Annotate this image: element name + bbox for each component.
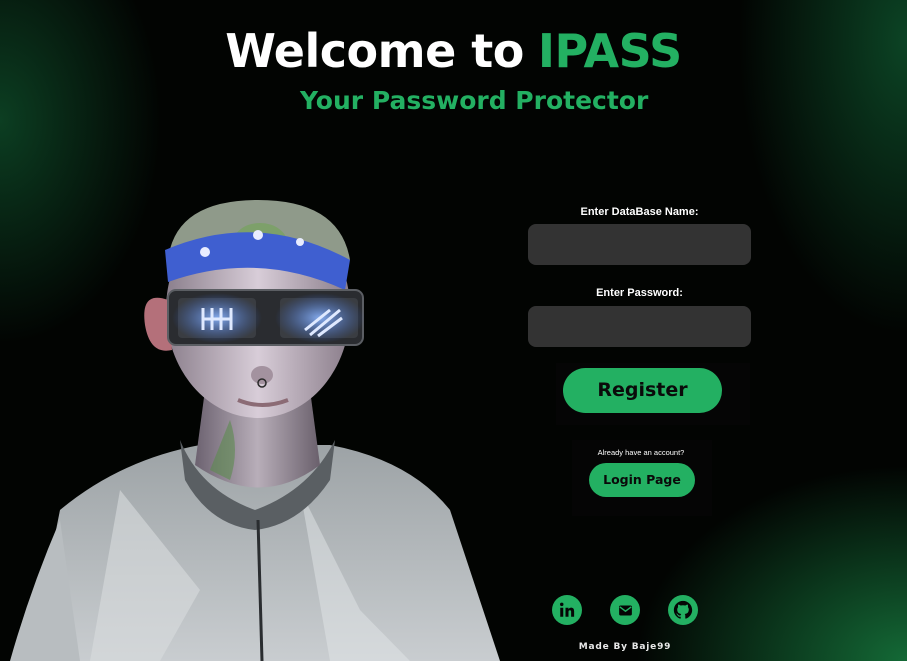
mail-icon <box>618 605 632 615</box>
linkedin-icon <box>560 602 575 617</box>
footer-credit: Made By Baje99 <box>578 642 672 652</box>
avatar-illustration <box>10 200 500 661</box>
brand-name: IPASS <box>537 24 682 78</box>
login-page-button[interactable]: Login Page <box>589 463 695 497</box>
title-prefix: Welcome to <box>225 24 524 78</box>
linkedin-link[interactable] <box>552 595 582 625</box>
register-button[interactable]: Register <box>563 368 722 413</box>
page-subtitle: Your Password Protector <box>300 86 649 115</box>
already-account-text: Already have an account? <box>597 448 685 457</box>
page: Welcome toIPASS Your Password Protector <box>0 0 907 661</box>
database-name-input[interactable] <box>528 224 751 265</box>
database-name-label: Enter DataBase Name: <box>580 206 699 218</box>
password-label: Enter Password: <box>596 287 683 299</box>
password-input[interactable] <box>528 306 751 347</box>
github-link[interactable] <box>668 595 698 625</box>
github-icon <box>673 600 693 619</box>
email-link[interactable] <box>610 595 640 625</box>
page-title: Welcome to IPASS <box>0 24 907 78</box>
